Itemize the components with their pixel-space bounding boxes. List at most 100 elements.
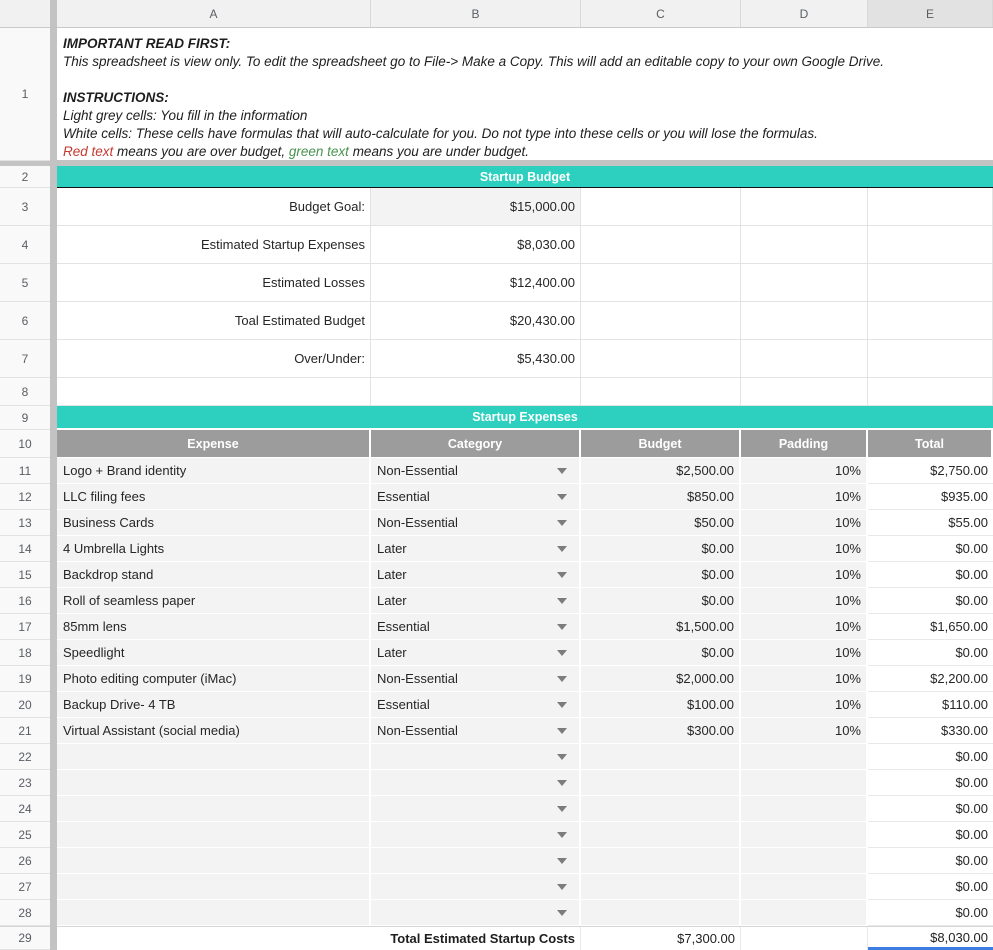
row-number[interactable]: 5 [0, 264, 57, 302]
total-cell[interactable]: $55.00 [868, 510, 993, 536]
header-total[interactable]: Total [868, 430, 993, 458]
padding-cell[interactable] [741, 900, 868, 926]
expense-cell[interactable] [57, 822, 371, 848]
startup-budget-title[interactable]: Startup Budget [57, 166, 993, 188]
padding-cell[interactable]: 10% [741, 536, 868, 562]
padding-cell[interactable]: 10% [741, 588, 868, 614]
category-dropdown-cell[interactable]: Non-Essential [371, 718, 581, 744]
budget-label-cell[interactable]: Toal Estimated Budget [57, 302, 371, 340]
row-number[interactable]: 11 [0, 458, 57, 484]
row-number[interactable]: 22 [0, 744, 57, 770]
category-dropdown-cell[interactable]: Non-Essential [371, 666, 581, 692]
total-cell[interactable]: $0.00 [868, 536, 993, 562]
total-cell[interactable]: $1,650.00 [868, 614, 993, 640]
total-cell[interactable]: $0.00 [868, 588, 993, 614]
cell[interactable] [741, 226, 868, 264]
category-dropdown-cell[interactable]: Later [371, 588, 581, 614]
budget-cell[interactable]: $0.00 [581, 640, 741, 666]
row-number[interactable]: 13 [0, 510, 57, 536]
budget-cell[interactable] [581, 822, 741, 848]
cell[interactable] [868, 378, 993, 406]
cell[interactable] [581, 264, 741, 302]
row-number[interactable]: 20 [0, 692, 57, 718]
row-number[interactable]: 1 [0, 28, 57, 161]
expense-cell[interactable]: Backdrop stand [57, 562, 371, 588]
budget-cell[interactable]: $2,000.00 [581, 666, 741, 692]
budget-cell[interactable] [581, 900, 741, 926]
budget-value-cell[interactable]: $12,400.00 [371, 264, 581, 302]
expense-cell[interactable]: 85mm lens [57, 614, 371, 640]
category-dropdown-cell[interactable]: Later [371, 536, 581, 562]
cell[interactable] [868, 302, 993, 340]
total-cell[interactable]: $0.00 [868, 744, 993, 770]
row-number[interactable]: 15 [0, 562, 57, 588]
budget-label-cell[interactable]: Over/Under: [57, 340, 371, 378]
row-number[interactable]: 2 [0, 166, 57, 188]
cell[interactable] [581, 378, 741, 406]
row-number[interactable]: 29 [0, 927, 57, 950]
budget-cell[interactable] [581, 874, 741, 900]
total-label[interactable]: Total Estimated Startup Costs [57, 927, 581, 950]
column-header-c[interactable]: C [581, 0, 741, 27]
cell[interactable] [371, 378, 581, 406]
cell[interactable] [868, 340, 993, 378]
row-number[interactable]: 19 [0, 666, 57, 692]
padding-cell[interactable]: 10% [741, 614, 868, 640]
expense-cell[interactable] [57, 848, 371, 874]
category-dropdown-cell[interactable] [371, 770, 581, 796]
cell[interactable] [581, 226, 741, 264]
row-number[interactable]: 7 [0, 340, 57, 378]
total-cell[interactable]: $0.00 [868, 822, 993, 848]
dropdown-arrow-icon[interactable] [557, 910, 567, 916]
padding-cell[interactable]: 10% [741, 666, 868, 692]
padding-cell[interactable]: 10% [741, 718, 868, 744]
budget-value-cell[interactable]: $15,000.00 [371, 188, 581, 226]
padding-cell[interactable] [741, 848, 868, 874]
row-number[interactable]: 28 [0, 900, 57, 926]
budget-value-cell[interactable]: $20,430.00 [371, 302, 581, 340]
category-dropdown-cell[interactable]: Essential [371, 614, 581, 640]
budget-label-cell[interactable]: Estimated Startup Expenses [57, 226, 371, 264]
total-cell[interactable]: $0.00 [868, 562, 993, 588]
total-cell[interactable]: $0.00 [868, 640, 993, 666]
budget-value-cell[interactable]: $5,430.00 [371, 340, 581, 378]
row-number[interactable]: 14 [0, 536, 57, 562]
dropdown-arrow-icon[interactable] [557, 884, 567, 890]
dropdown-arrow-icon[interactable] [557, 572, 567, 578]
column-header-b[interactable]: B [371, 0, 581, 27]
dropdown-arrow-icon[interactable] [557, 832, 567, 838]
budget-cell[interactable]: $0.00 [581, 588, 741, 614]
row-number[interactable]: 26 [0, 848, 57, 874]
dropdown-arrow-icon[interactable] [557, 598, 567, 604]
header-expense[interactable]: Expense [57, 430, 371, 458]
expense-cell[interactable]: 4 Umbrella Lights [57, 536, 371, 562]
category-dropdown-cell[interactable]: Essential [371, 692, 581, 718]
total-cell[interactable]: $0.00 [868, 900, 993, 926]
header-padding[interactable]: Padding [741, 430, 868, 458]
category-dropdown-cell[interactable] [371, 874, 581, 900]
total-cell[interactable]: $0.00 [868, 848, 993, 874]
cell[interactable] [741, 927, 868, 950]
budget-cell[interactable] [581, 770, 741, 796]
dropdown-arrow-icon[interactable] [557, 676, 567, 682]
dropdown-arrow-icon[interactable] [557, 754, 567, 760]
budget-cell[interactable] [581, 848, 741, 874]
dropdown-arrow-icon[interactable] [557, 780, 567, 786]
dropdown-arrow-icon[interactable] [557, 468, 567, 474]
cell[interactable] [741, 378, 868, 406]
category-dropdown-cell[interactable]: Non-Essential [371, 510, 581, 536]
budget-cell[interactable]: $850.00 [581, 484, 741, 510]
total-cell[interactable]: $935.00 [868, 484, 993, 510]
expense-cell[interactable] [57, 874, 371, 900]
budget-label-cell[interactable]: Estimated Losses [57, 264, 371, 302]
budget-column-total[interactable]: $7,300.00 [581, 927, 741, 950]
dropdown-arrow-icon[interactable] [557, 728, 567, 734]
category-dropdown-cell[interactable]: Essential [371, 484, 581, 510]
budget-value-cell[interactable]: $8,030.00 [371, 226, 581, 264]
cell[interactable] [581, 188, 741, 226]
cell[interactable] [741, 188, 868, 226]
row-number[interactable]: 4 [0, 226, 57, 264]
dropdown-arrow-icon[interactable] [557, 546, 567, 552]
expense-cell[interactable]: LLC filing fees [57, 484, 371, 510]
expense-cell[interactable] [57, 744, 371, 770]
